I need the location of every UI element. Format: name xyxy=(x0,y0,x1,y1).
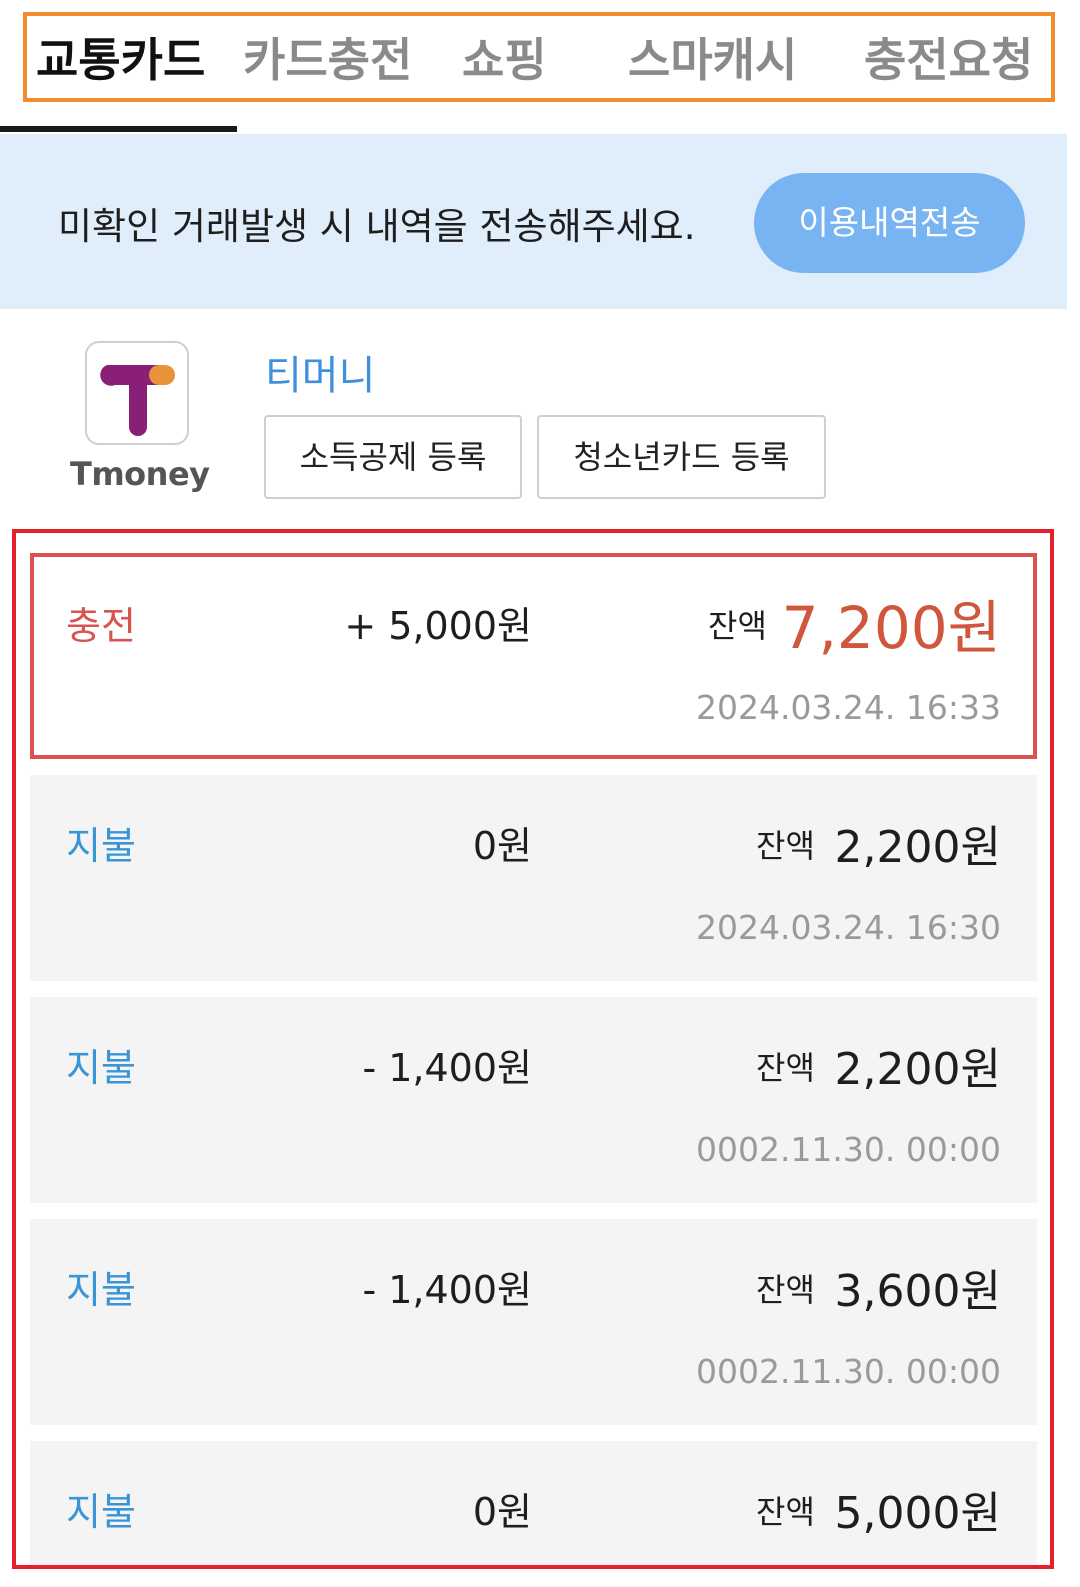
tab-shopping[interactable]: 쇼핑 xyxy=(462,30,547,90)
balance-amount: 2,200원 xyxy=(834,822,1001,873)
card-name[interactable]: 티머니 xyxy=(265,343,375,401)
send-history-button[interactable]: 이용내역전송 xyxy=(754,173,1025,273)
balance-amount: 3,600원 xyxy=(834,1266,1001,1317)
transaction-type: 지불 xyxy=(66,1490,136,1534)
active-tab-indicator xyxy=(0,126,237,132)
balance-amount: 2,200원 xyxy=(834,1044,1001,1095)
transaction-type: 지불 xyxy=(66,1268,136,1312)
transaction-date: 2024.03.24. 16:33 xyxy=(695,688,1001,727)
tab-sma-cash[interactable]: 스마캐시 xyxy=(628,30,797,90)
tab-card-charge[interactable]: 카드충전 xyxy=(243,30,412,90)
transaction-row[interactable]: 지불 - 1,400원 잔액 2,200원 0002.11.30. 00:00 xyxy=(30,997,1037,1203)
transaction-type: 지불 xyxy=(66,824,136,868)
tmoney-logo-text: Tmoney xyxy=(70,455,210,493)
transaction-row[interactable]: 충전 + 5,000원 잔액 7,200원 2024.03.24. 16:33 xyxy=(30,553,1037,759)
transaction-date: 0002.11.30. 00:00 xyxy=(695,1130,1001,1169)
balance-amount: 5,000원 xyxy=(834,1488,1001,1539)
tab-bar: 교통카드 카드충전 쇼핑 스마캐시 충전요청 xyxy=(0,0,1080,134)
transaction-type: 충전 xyxy=(66,604,136,648)
balance-amount: 7,200원 xyxy=(781,594,1001,662)
tab-charge-request[interactable]: 충전요청 xyxy=(864,30,1033,90)
transaction-date: 0002.11.30. 00:00 xyxy=(695,1352,1001,1391)
youth-card-register-button[interactable]: 청소년카드 등록 xyxy=(537,415,826,499)
transaction-amount: - 1,400원 xyxy=(362,1268,532,1312)
transaction-row[interactable]: 지불 - 1,400원 잔액 3,600원 0002.11.30. 00:00 xyxy=(30,1219,1037,1425)
transaction-type: 지불 xyxy=(66,1046,136,1090)
balance-label: 잔액 xyxy=(756,1493,815,1531)
transaction-amount: - 1,400원 xyxy=(362,1046,532,1090)
banner-message: 미확인 거래발생 시 내역을 전송해주세요. xyxy=(58,205,696,248)
balance-label: 잔액 xyxy=(756,1049,815,1087)
tax-deduction-register-button[interactable]: 소득공제 등록 xyxy=(264,415,522,499)
tab-transit-card[interactable]: 교통카드 xyxy=(36,30,205,90)
notice-banner: 미확인 거래발생 시 내역을 전송해주세요. 이용내역전송 xyxy=(0,134,1067,309)
balance-label: 잔액 xyxy=(756,827,815,865)
balance-label: 잔액 xyxy=(756,1271,815,1309)
transaction-row[interactable]: 지불 0원 잔액 5,000원 xyxy=(30,1441,1037,1565)
transaction-date: 2024.03.24. 16:30 xyxy=(695,908,1001,947)
tmoney-logo-icon xyxy=(85,341,189,445)
transaction-row[interactable]: 지불 0원 잔액 2,200원 2024.03.24. 16:30 xyxy=(30,775,1037,981)
balance-label: 잔액 xyxy=(708,607,767,645)
app-screen: 교통카드 카드충전 쇼핑 스마캐시 충전요청 미확인 거래발생 시 내역을 전송… xyxy=(0,0,1080,1587)
transaction-amount: + 5,000원 xyxy=(344,604,532,648)
transaction-amount: 0원 xyxy=(472,824,532,868)
transaction-amount: 0원 xyxy=(472,1490,532,1534)
